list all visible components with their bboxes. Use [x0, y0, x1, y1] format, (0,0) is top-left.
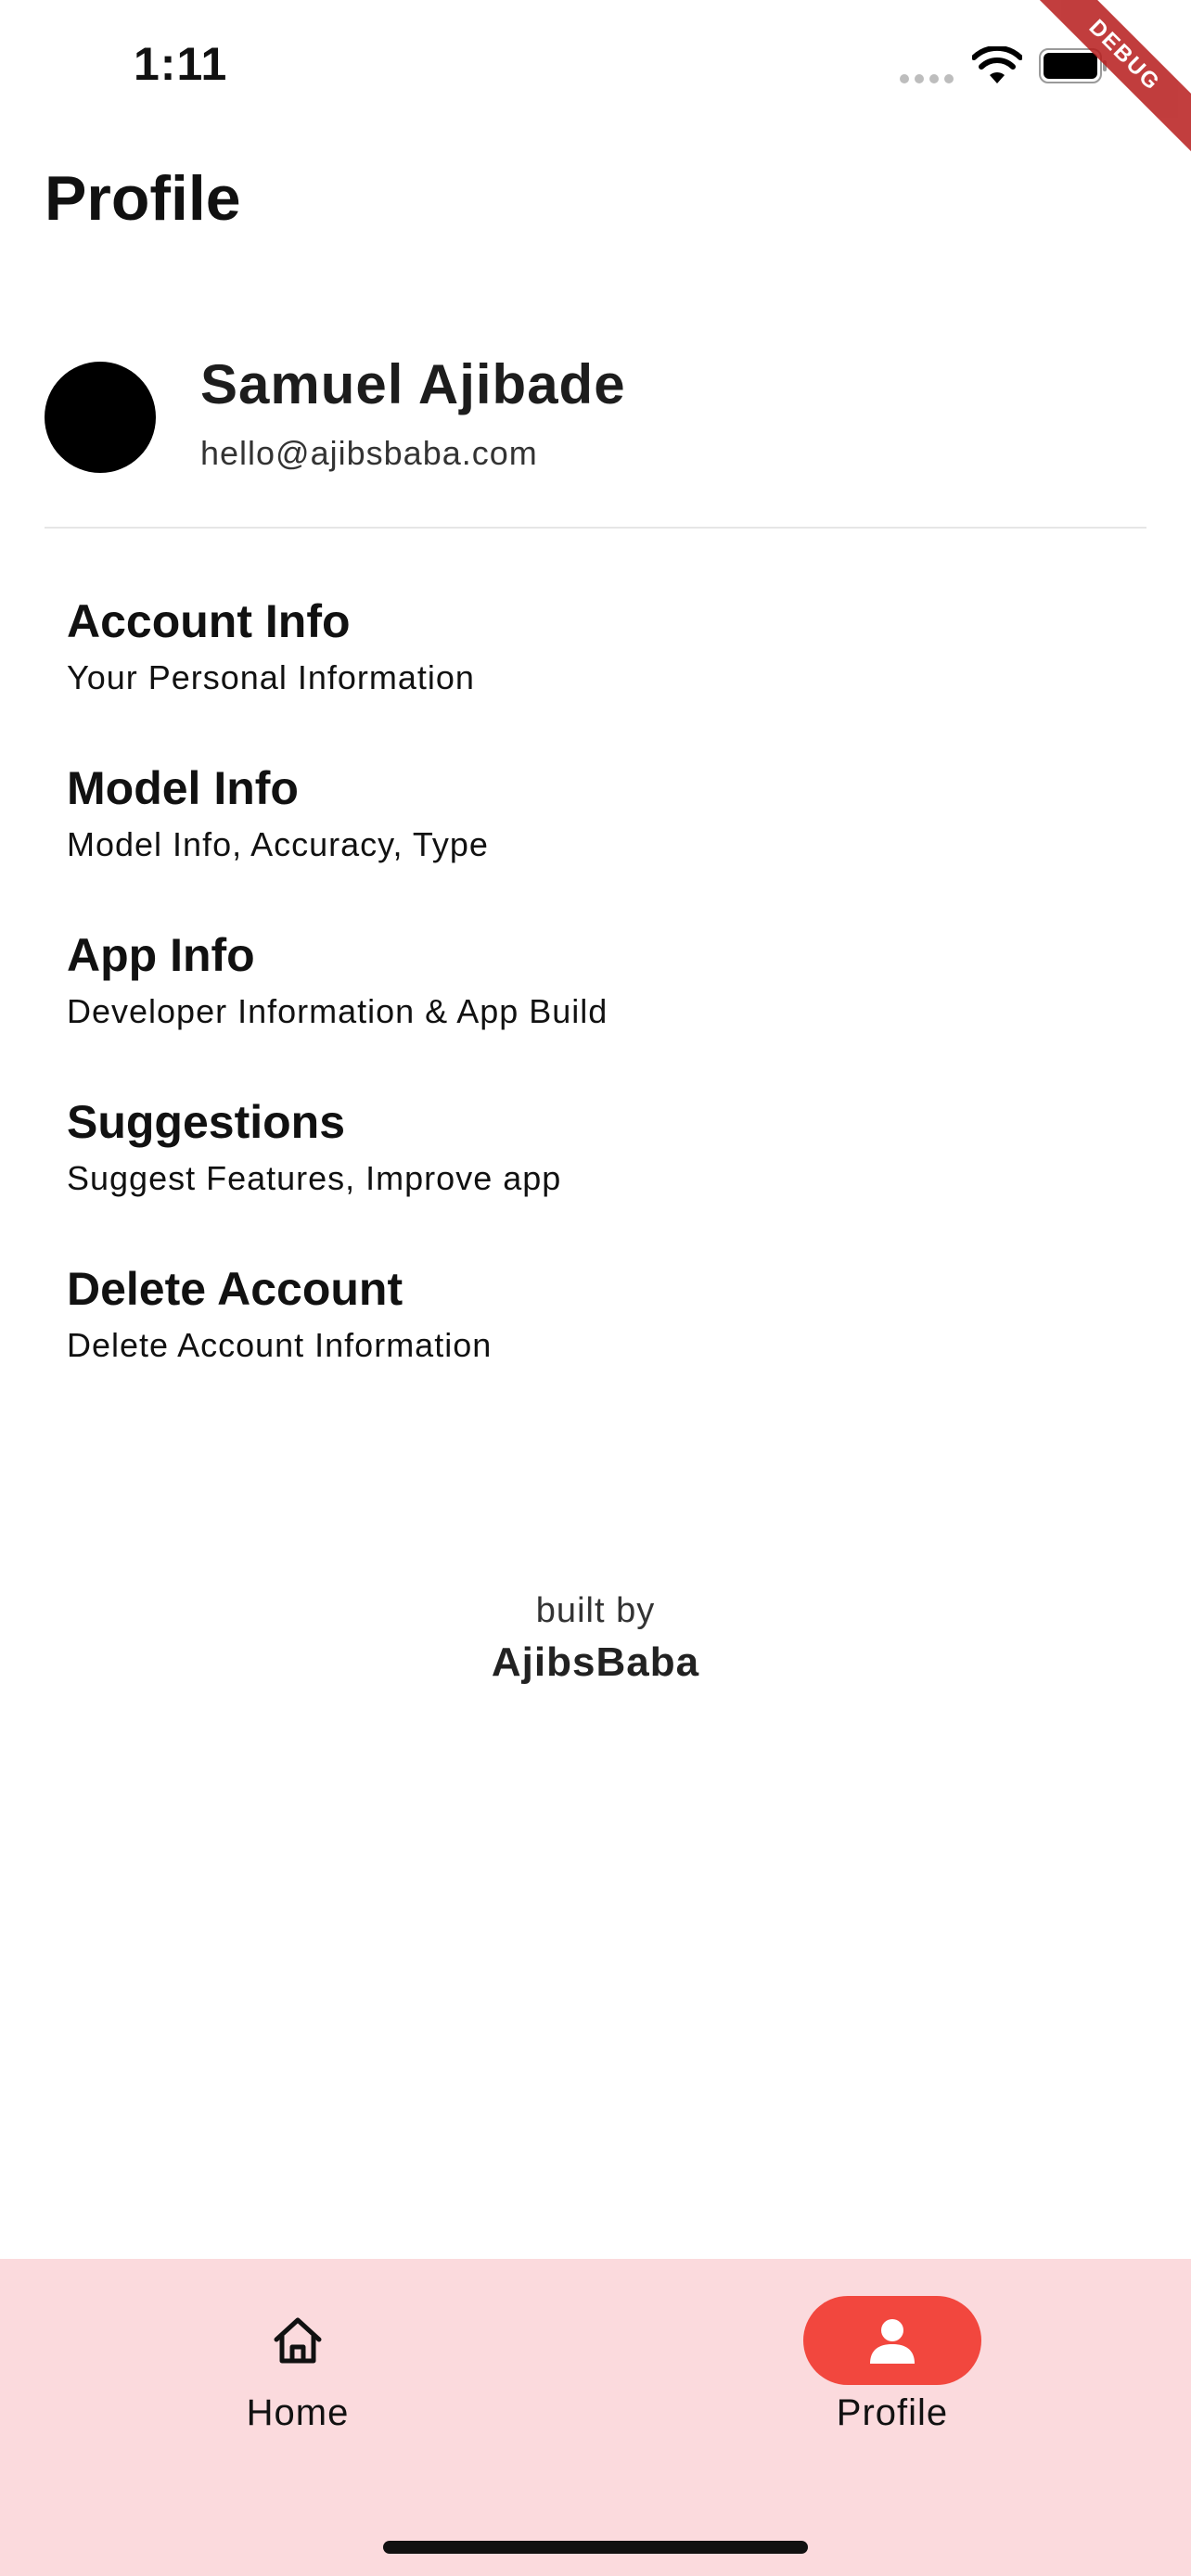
- menu-item-subtitle: Your Personal Information: [67, 658, 475, 696]
- user-email: hello@ajibsbaba.com: [200, 434, 538, 472]
- home-icon: [274, 2317, 322, 2364]
- debug-banner: DEBUG: [998, 0, 1191, 182]
- menu-item-title: Account Info: [67, 595, 351, 647]
- nav-item-profile[interactable]: Profile: [753, 2296, 1031, 2434]
- home-indicator: [383, 2541, 808, 2554]
- menu-item-account-info[interactable]: Account Info Your Personal Information: [67, 589, 1124, 756]
- bottom-navigation: Home Profile: [0, 2259, 1191, 2576]
- wifi-icon: [972, 46, 1022, 83]
- menu-item-app-info[interactable]: App Info Developer Information & App Bui…: [67, 923, 1124, 1090]
- menu-item-title: Model Info: [67, 762, 299, 814]
- built-by-label: built by: [535, 1591, 656, 1630]
- page-title: Profile: [45, 163, 241, 234]
- menu-item-model-info[interactable]: Model Info Model Info, Accuracy, Type: [67, 756, 1124, 923]
- nav-icon-container-active: [803, 2296, 981, 2385]
- nav-item-home[interactable]: Home: [159, 2296, 437, 2434]
- cellular-signal-icon: [900, 74, 954, 83]
- user-name: Samuel Ajibade: [200, 353, 626, 415]
- menu-item-subtitle: Suggest Features, Improve app: [67, 1159, 562, 1197]
- menu-item-subtitle: Developer Information & App Build: [67, 992, 608, 1030]
- status-time: 1:11: [134, 38, 228, 90]
- menu-item-subtitle: Model Info, Accuracy, Type: [67, 825, 489, 863]
- avatar[interactable]: [45, 362, 156, 473]
- profile-menu: Account Info Your Personal Information M…: [67, 589, 1124, 1423]
- author-name: AjibsBaba: [491, 1639, 700, 1685]
- nav-label-profile: Profile: [836, 2392, 949, 2433]
- menu-item-suggestions[interactable]: Suggestions Suggest Features, Improve ap…: [67, 1090, 1124, 1256]
- nav-label-home: Home: [246, 2392, 350, 2433]
- menu-item-title: Suggestions: [67, 1096, 346, 1148]
- menu-item-title: Delete Account: [67, 1263, 403, 1315]
- divider: [45, 527, 1146, 529]
- menu-item-subtitle: Delete Account Information: [67, 1326, 493, 1364]
- status-bar: 1:11 DEBUG: [0, 0, 1191, 182]
- person-icon: [870, 2319, 915, 2364]
- menu-item-title: App Info: [67, 929, 255, 981]
- menu-item-delete-account[interactable]: Delete Account Delete Account Informatio…: [67, 1256, 1124, 1423]
- nav-icon-container: [209, 2296, 387, 2385]
